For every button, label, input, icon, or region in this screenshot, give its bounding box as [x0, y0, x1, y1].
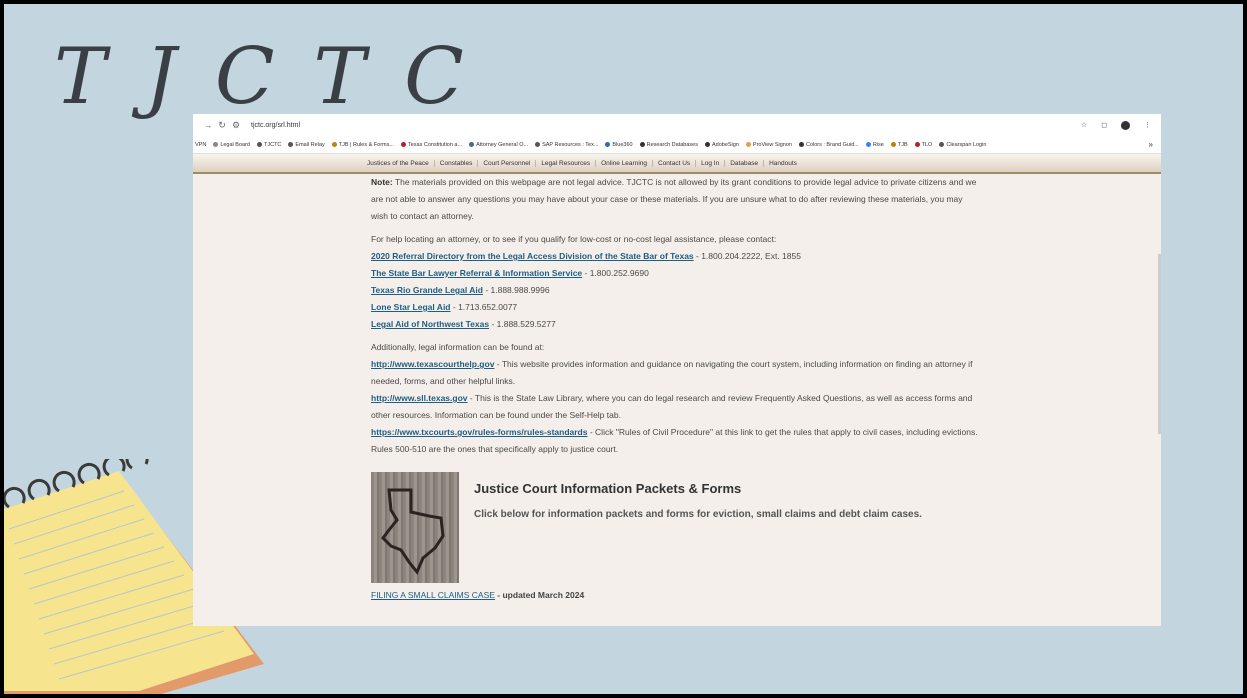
- menu-icon[interactable]: ⋮: [1144, 121, 1151, 129]
- referral-link[interactable]: Legal Aid of Northwest Texas: [371, 319, 489, 329]
- referral-link[interactable]: The State Bar Lawyer Referral & Informat…: [371, 268, 582, 278]
- site-info-icon[interactable]: ⚙: [229, 120, 243, 131]
- small-claims-item: FILING A SMALL CLAIMS CASE - updated Mar…: [371, 587, 981, 604]
- referral-link[interactable]: Lone Star Legal Aid: [371, 302, 451, 312]
- reload-icon[interactable]: ↻: [215, 120, 229, 131]
- scrollbar[interactable]: [1158, 254, 1161, 434]
- nav-justices-of-the-peace[interactable]: Justices of the Peace: [362, 159, 435, 167]
- nav-contact-us[interactable]: Contact Us: [653, 159, 697, 167]
- referral-item: Legal Aid of Northwest Texas - 1.888.529…: [371, 316, 981, 333]
- page-content: Note: The materials provided on this web…: [371, 174, 981, 604]
- url-field[interactable]: tjctc.org/srl.html: [251, 122, 300, 129]
- small-claims-updated: - updated March 2024: [494, 590, 585, 600]
- account-icon[interactable]: [1121, 120, 1130, 130]
- note-paragraph: Note: The materials provided on this web…: [371, 174, 981, 225]
- nav-database[interactable]: Database: [725, 159, 765, 167]
- referral-item: Texas Rio Grande Legal Aid - 1.888.988.9…: [371, 282, 981, 299]
- bookmark-item[interactable]: TJB: [890, 142, 908, 148]
- additional-intro: Additionally, legal information can be f…: [371, 342, 545, 352]
- note-text: The materials provided on this webpage a…: [371, 177, 977, 221]
- resource-link[interactable]: http://www.sll.texas.gov: [371, 393, 468, 403]
- bookmark-item[interactable]: Email Relay: [288, 142, 325, 148]
- bookmark-item[interactable]: Blue360: [605, 142, 633, 148]
- bookmark-item[interactable]: Research Databases: [639, 142, 698, 148]
- slide-title: T J C T C: [54, 32, 466, 122]
- bookmark-item[interactable]: TJB | Rules & Forms...: [331, 142, 394, 148]
- bookmark-item[interactable]: ProView Signon: [745, 142, 792, 148]
- referral-item: 2020 Referral Directory from the Legal A…: [371, 248, 981, 265]
- bookmark-item[interactable]: Attorney General O...: [469, 142, 528, 148]
- forward-icon[interactable]: →: [201, 120, 215, 130]
- referral-phone: - 1.888.529.5277: [489, 319, 556, 329]
- bookmark-item[interactable]: Colors : Brand Guid...: [798, 142, 859, 148]
- note-label: Note:: [371, 177, 393, 187]
- nav-court-personnel[interactable]: Court Personnel: [478, 159, 537, 167]
- resource-item: http://www.texascourthelp.gov - This web…: [371, 356, 981, 390]
- referral-phone: - 1.800.204.2222, Ext. 1855: [693, 251, 801, 261]
- nav-constables[interactable]: Constables: [435, 159, 479, 167]
- nav-log-in[interactable]: Log In: [696, 159, 726, 167]
- nav-legal-resources[interactable]: Legal Resources: [536, 159, 597, 167]
- bookmark-item[interactable]: Clearspan Login: [939, 142, 986, 148]
- bookmark-item[interactable]: Rise: [865, 142, 884, 148]
- packets-subtitle: Click below for information packets and …: [474, 509, 922, 520]
- packets-title: Justice Court Information Packets & Form…: [474, 481, 742, 496]
- bookmark-item[interactable]: Legal Board: [213, 142, 250, 148]
- referral-phone: - 1.800.252.9690: [582, 268, 649, 278]
- referral-phone: - 1.888.988.9996: [482, 285, 550, 295]
- site-nav: Justices of the Peace Constables Court P…: [193, 154, 1161, 174]
- nav-handouts[interactable]: Handouts: [764, 160, 802, 167]
- slide: T J C T C → ↻ ⚙ tjctc.org/srl.html ☆ ◻ ⋮…: [4, 4, 1243, 694]
- packets-section: Justice Court Information Packets & Form…: [371, 472, 981, 587]
- bookmark-item[interactable]: Texas Constitution a...: [400, 142, 462, 148]
- resource-link[interactable]: http://www.texascourthelp.gov: [371, 359, 494, 369]
- referral-phone: - 1.713.652.0077: [450, 302, 518, 312]
- referral-item: Lone Star Legal Aid - 1.713.652.0077: [371, 299, 981, 316]
- referral-item: The State Bar Lawyer Referral & Informat…: [371, 265, 981, 282]
- bookmark-star-icon[interactable]: ☆: [1081, 121, 1087, 129]
- extensions-icon[interactable]: ◻: [1101, 121, 1107, 129]
- browser-window: → ↻ ⚙ tjctc.org/srl.html ☆ ◻ ⋮ VPN Legal…: [193, 114, 1161, 626]
- address-bar: → ↻ ⚙ tjctc.org/srl.html ☆ ◻ ⋮: [193, 114, 1161, 136]
- bookmark-item[interactable]: AdobeSign: [704, 142, 739, 148]
- bookmark-item[interactable]: TJCTC: [256, 142, 281, 148]
- more-bookmarks-icon[interactable]: »: [1149, 140, 1161, 149]
- resource-item: http://www.sll.texas.gov - This is the S…: [371, 390, 981, 424]
- referral-link[interactable]: Texas Rio Grande Legal Aid: [371, 285, 483, 295]
- referral-link[interactable]: 2020 Referral Directory from the Legal A…: [371, 251, 694, 261]
- bookmark-item[interactable]: VPN: [195, 142, 206, 148]
- bookmark-item[interactable]: SAP Resources : Tex...: [535, 142, 598, 148]
- help-intro: For help locating an attorney, or to see…: [371, 234, 777, 244]
- bookmark-item[interactable]: TLO: [914, 142, 932, 148]
- nav-online-learning[interactable]: Online Learning: [596, 159, 653, 167]
- resource-item: https://www.txcourts.gov/rules-forms/rul…: [371, 424, 981, 458]
- resource-link[interactable]: https://www.txcourts.gov/rules-forms/rul…: [371, 427, 587, 437]
- bookmarks-bar: VPN Legal Board TJCTC Email Relay TJB | …: [193, 136, 1161, 154]
- small-claims-link[interactable]: FILING A SMALL CLAIMS CASE: [371, 590, 495, 600]
- texas-map-image: [371, 472, 459, 583]
